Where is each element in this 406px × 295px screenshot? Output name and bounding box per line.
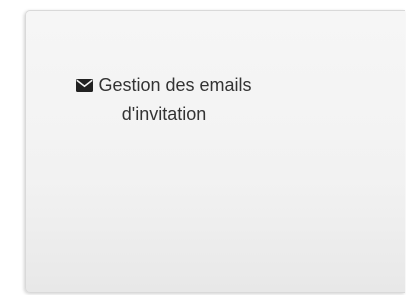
tile-title-line2: d'invitation: [121, 104, 207, 124]
tile-title-line1: Gestion des emails: [98, 75, 252, 95]
tile-title: Gestion des emails d'invitation: [26, 71, 302, 128]
invitation-emails-tile[interactable]: Gestion des emails d'invitation: [25, 10, 405, 293]
envelope-icon: [76, 72, 94, 100]
